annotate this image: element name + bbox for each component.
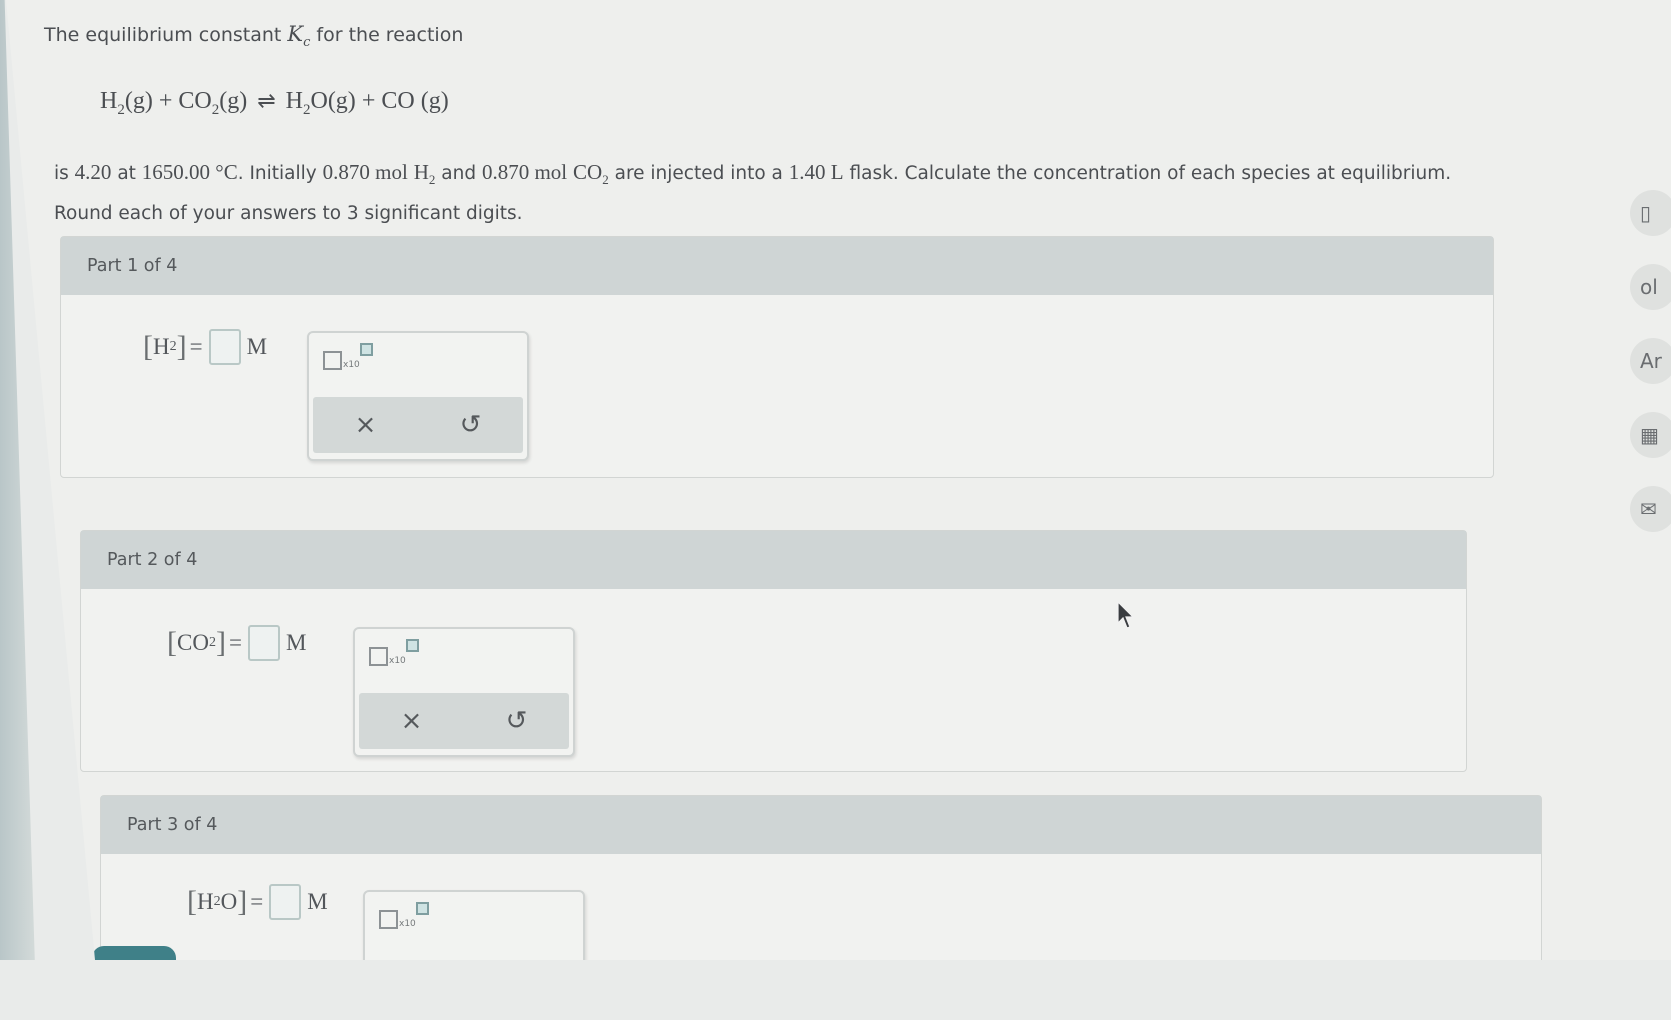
check-button[interactable] bbox=[92, 946, 176, 960]
h2-concentration-input[interactable] bbox=[208, 329, 241, 365]
side-toolbar: ▯ ol Ar ▦ ✉ bbox=[1630, 190, 1671, 560]
calculator-icon[interactable]: ▦ bbox=[1630, 412, 1671, 458]
problem-line-1: is 4.20 at 1650.00 °C. Initially 0.870 m… bbox=[54, 160, 1452, 188]
scientific-notation-button[interactable]: x10 bbox=[369, 639, 419, 666]
mouse-cursor-icon bbox=[1117, 601, 1135, 629]
part-3-header: Part 3 of 4 bbox=[101, 796, 1541, 854]
part-1-answer-row: [H 2] = M bbox=[143, 329, 268, 365]
page: The equilibrium constant Kc for the reac… bbox=[6, 0, 1671, 960]
kc-symbol: Kc bbox=[287, 22, 311, 51]
part-3-answer-row: [H 2 O] = M bbox=[187, 884, 328, 920]
undo-icon[interactable]: ↺ bbox=[487, 693, 547, 749]
question-intro: The equilibrium constant Kc for the reac… bbox=[44, 22, 463, 50]
periodic-table-icon[interactable]: Ar bbox=[1630, 338, 1671, 384]
clear-icon[interactable]: × bbox=[382, 693, 442, 749]
part-1-math-palette: x10 × ↺ bbox=[307, 331, 529, 461]
part-1-panel: Part 1 of 4 [H 2] = M x10 × ↺ bbox=[60, 236, 1494, 478]
doc-icon[interactable]: ▯ bbox=[1630, 190, 1671, 236]
intro-text-2: for the reaction bbox=[316, 24, 464, 46]
unit-label: M bbox=[285, 630, 307, 655]
reaction-equation: H2(g) + CO2(g) ⇌ H2O(g) + CO (g) bbox=[100, 88, 449, 118]
part-2-panel: Part 2 of 4 [CO 2] = M x10 × ↺ bbox=[80, 530, 1467, 772]
part-1-header: Part 1 of 4 bbox=[61, 237, 1493, 295]
part-3-panel: Part 3 of 4 [H 2 O] = M x10 bbox=[100, 795, 1542, 960]
h2o-concentration-input[interactable] bbox=[269, 884, 302, 920]
data-icon[interactable]: ol bbox=[1630, 264, 1671, 310]
clear-icon[interactable]: × bbox=[336, 397, 396, 453]
unit-label: M bbox=[246, 334, 268, 359]
equilibrium-arrow-icon: ⇌ bbox=[257, 88, 276, 113]
part-3-math-palette: x10 bbox=[363, 890, 585, 960]
problem-statement: is 4.20 at 1650.00 °C. Initially 0.870 m… bbox=[54, 155, 1574, 231]
problem-line-2: Round each of your answers to 3 signific… bbox=[54, 203, 523, 225]
part-2-math-palette: x10 × ↺ bbox=[353, 627, 575, 757]
part-2-answer-row: [CO 2] = M bbox=[167, 625, 307, 661]
scientific-notation-button[interactable]: x10 bbox=[379, 902, 429, 929]
undo-icon[interactable]: ↺ bbox=[441, 397, 501, 453]
unit-label: M bbox=[307, 889, 328, 914]
intro-text: The equilibrium constant bbox=[44, 24, 282, 46]
co2-concentration-input[interactable] bbox=[247, 625, 280, 661]
mail-icon[interactable]: ✉ bbox=[1630, 486, 1671, 532]
scientific-notation-button[interactable]: x10 bbox=[323, 343, 373, 370]
part-2-header: Part 2 of 4 bbox=[81, 531, 1466, 589]
